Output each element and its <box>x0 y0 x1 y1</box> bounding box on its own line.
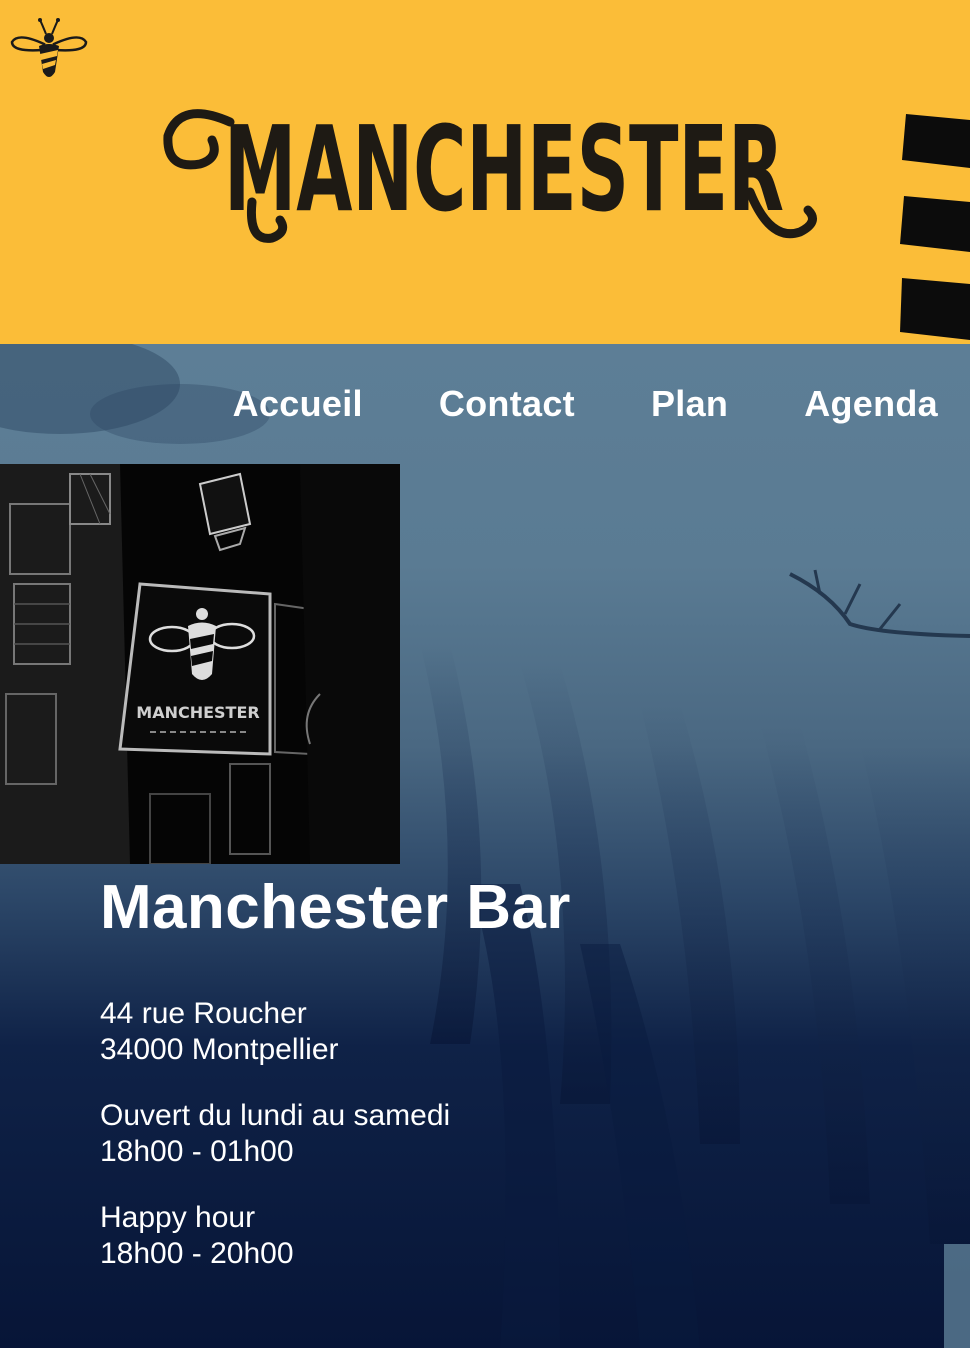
bar-photo: MANCHESTER <box>0 464 400 864</box>
nav-item-contact[interactable]: Contact <box>439 383 575 425</box>
logo-text: MANCHESTER <box>224 100 784 238</box>
happy-hour-value: 18h00 - 20h00 <box>100 1237 294 1270</box>
opening-hours-label: Ouvert du lundi au samedi <box>100 1099 451 1132</box>
bar-info: Manchester Bar 44 rue Roucher 34000 Mont… <box>100 872 571 1272</box>
bee-icon[interactable] <box>8 14 90 86</box>
decorative-stripes <box>900 110 970 340</box>
opening-hours: Ouvert du lundi au samedi 18h00 - 01h00 <box>100 1098 571 1170</box>
address-line-1: 44 rue Roucher <box>100 997 307 1030</box>
happy-hour-label: Happy hour <box>100 1201 256 1234</box>
photo-sign-text: MANCHESTER <box>136 703 259 722</box>
happy-hour: Happy hour 18h00 - 20h00 <box>100 1200 571 1272</box>
address: 44 rue Roucher 34000 Montpellier <box>100 996 571 1068</box>
address-line-2: 34000 Montpellier <box>100 1033 339 1066</box>
nav-item-agenda[interactable]: Agenda <box>804 383 938 425</box>
bar-title: Manchester Bar <box>100 873 571 942</box>
brand-logo[interactable]: MANCHESTER <box>160 92 830 262</box>
nav-item-accueil[interactable]: Accueil <box>233 383 363 425</box>
nav-item-plan[interactable]: Plan <box>651 383 728 425</box>
main-nav: Accueil Contact Plan Agenda <box>233 380 938 428</box>
opening-hours-value: 18h00 - 01h00 <box>100 1135 294 1168</box>
header: MANCHESTER <box>0 0 970 344</box>
page: MANCHESTER Accueil Contact Plan Agenda M… <box>0 0 970 1348</box>
